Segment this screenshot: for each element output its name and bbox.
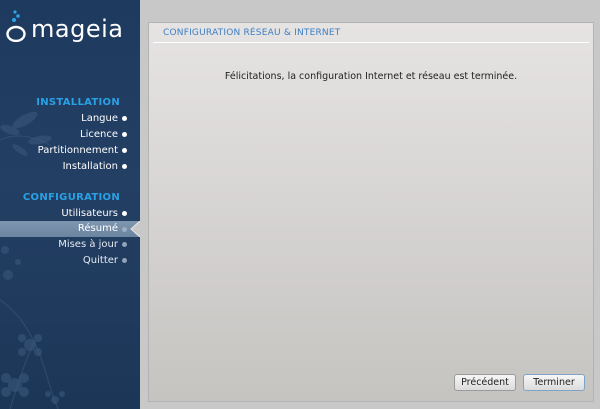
step-licence-dot-icon — [122, 132, 127, 137]
step-quitter-dot-icon — [122, 258, 127, 263]
installer-window: mageia INSTALLATION Langue Licence Parti… — [0, 0, 600, 409]
step-installation: Installation — [62, 161, 118, 172]
step-partitionnement: Partitionnement — [37, 145, 118, 156]
sidebar-floral-decoration — [0, 111, 65, 409]
active-step-pointer-icon — [130, 221, 140, 237]
main-panel: CONFIGURATION RÉSEAU & INTERNET Félicita… — [148, 22, 594, 402]
step-utilisateurs-dot-icon — [122, 211, 127, 216]
step-mises-a-jour: Mises à jour — [58, 239, 118, 250]
mageia-logo: mageia — [5, 8, 135, 44]
step-installation-dot-icon — [122, 164, 127, 169]
step-resume: Résumé — [77, 223, 118, 234]
step-partitionnement-dot-icon — [122, 148, 127, 153]
mageia-cauldron-icon — [6, 10, 26, 42]
section-title-configuration: CONFIGURATION — [22, 192, 120, 203]
step-utilisateurs: Utilisateurs — [61, 208, 118, 219]
step-resume-dot-icon — [122, 227, 127, 232]
step-quitter: Quitter — [82, 255, 118, 266]
active-step-highlight — [0, 221, 140, 237]
section-title-installation: INSTALLATION — [36, 97, 120, 108]
step-licence: Licence — [80, 129, 118, 140]
sidebar: mageia INSTALLATION Langue Licence Parti… — [0, 0, 140, 409]
step-mises-a-jour-dot-icon — [122, 242, 127, 247]
step-langue: Langue — [81, 113, 118, 124]
previous-button[interactable]: Précédent — [454, 374, 516, 391]
finish-button[interactable]: Terminer — [523, 374, 585, 391]
completion-message: Félicitations, la configuration Internet… — [224, 71, 518, 82]
mageia-wordmark: mageia — [31, 15, 124, 43]
title-divider — [153, 42, 589, 43]
page-title: CONFIGURATION RÉSEAU & INTERNET — [163, 28, 341, 38]
step-langue-dot-icon — [122, 116, 127, 121]
